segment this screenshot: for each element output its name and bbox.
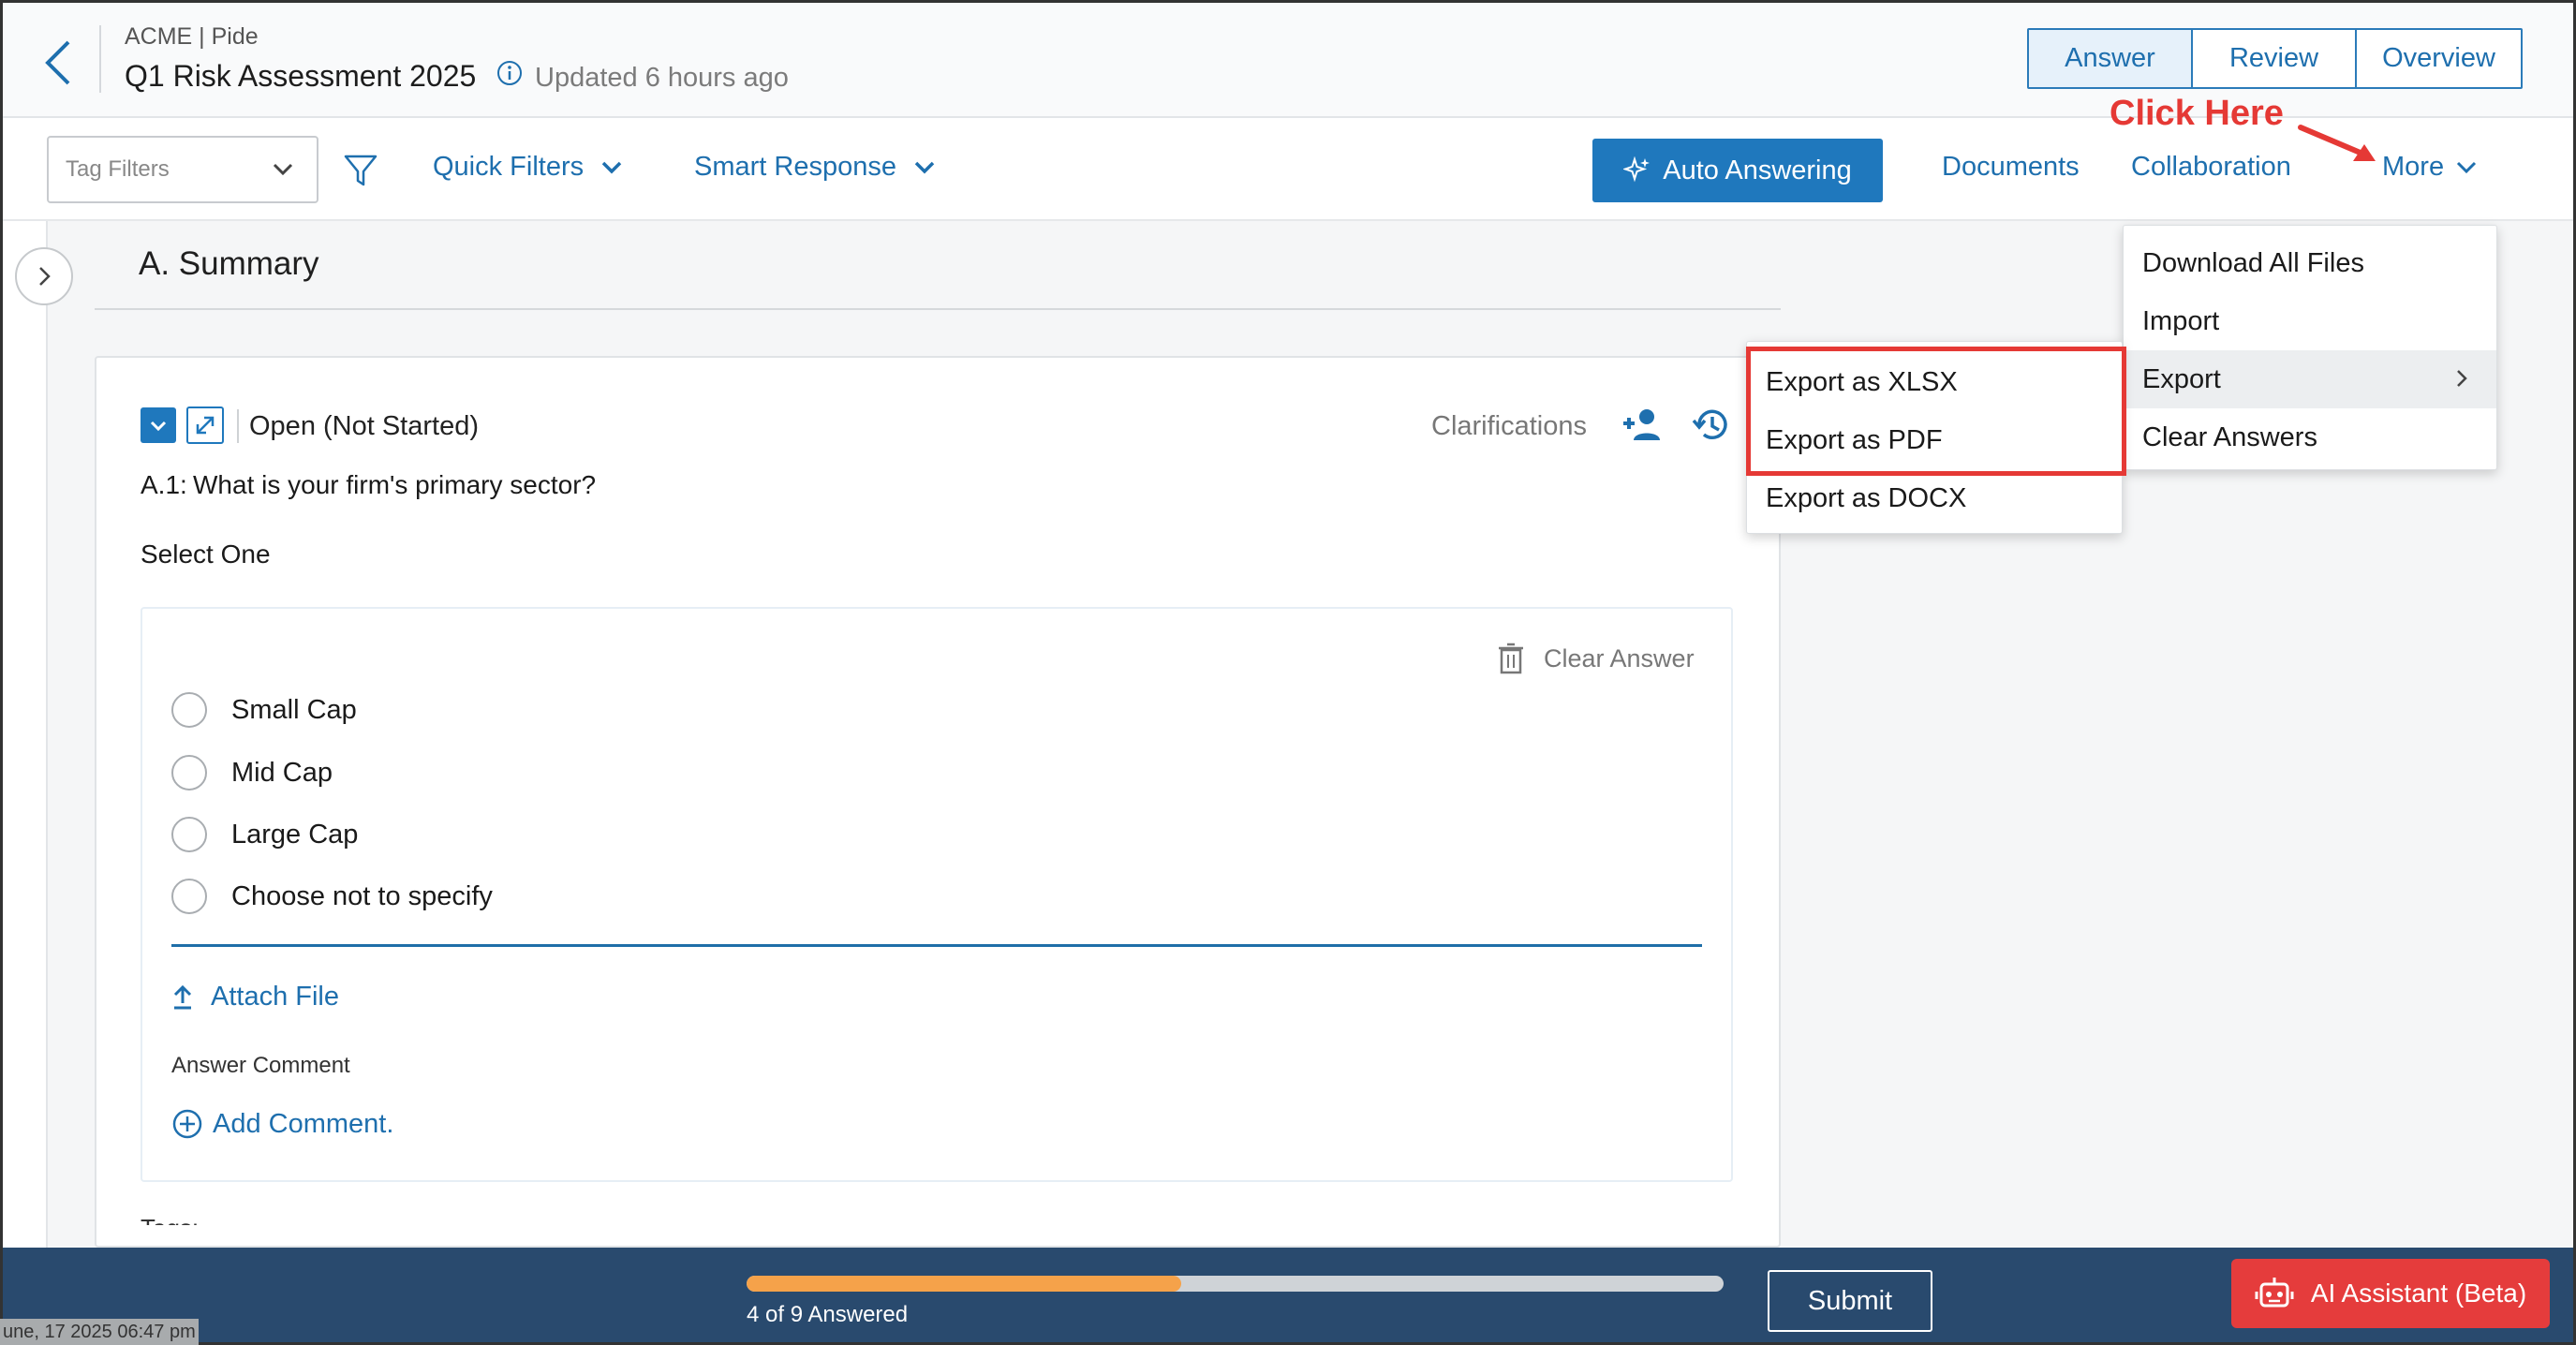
question-text: What is your firm's primary sector? — [193, 470, 597, 499]
updated-text: Updated 6 hours ago — [535, 63, 789, 93]
answer-divider — [171, 944, 1702, 947]
question-number: A.1: — [141, 470, 187, 499]
timestamp: une, 17 2025 06:47 pm — [0, 1319, 199, 1345]
left-rail — [3, 221, 48, 1248]
add-person-icon[interactable] — [1621, 406, 1664, 444]
status-divider — [237, 409, 239, 443]
collaboration-link[interactable]: Collaboration — [2131, 152, 2291, 183]
answer-comment-label: Answer Comment — [171, 1053, 350, 1078]
menu-item-download-all-files[interactable]: Download All Files — [2124, 234, 2496, 292]
menu-item-import[interactable]: Import — [2124, 292, 2496, 350]
radio-button[interactable] — [171, 692, 207, 728]
attach-file-button[interactable]: Attach File — [171, 982, 339, 1012]
header-divider — [99, 25, 101, 93]
filter-icon[interactable] — [342, 152, 379, 189]
chevron-right-icon — [39, 267, 51, 286]
menu-item-export-label: Export — [2142, 363, 2221, 394]
option-small-cap[interactable]: Small Cap — [171, 692, 357, 728]
upload-icon — [173, 984, 192, 1009]
menu-item-export-docx[interactable]: Export as DOCX — [1747, 469, 2122, 527]
add-comment-button[interactable]: Add Comment. — [171, 1108, 393, 1140]
menu-item-export-xlsx[interactable]: Export as XLSX — [1747, 353, 2122, 411]
attach-file-label: Attach File — [211, 982, 339, 1012]
section-divider — [95, 308, 1781, 310]
back-button[interactable] — [40, 37, 78, 93]
question-instruction: Select One — [141, 539, 271, 569]
tab-answer[interactable]: Answer — [2029, 30, 2193, 87]
option-label: Choose not to specify — [231, 880, 493, 911]
clarifications-link[interactable]: Clarifications — [1431, 411, 1587, 442]
chevron-down-icon — [601, 161, 622, 173]
history-icon[interactable] — [1691, 405, 1732, 446]
clear-answer-label: Clear Answer — [1544, 643, 1695, 672]
export-submenu: Export as XLSX Export as PDF Export as D… — [1746, 341, 2123, 534]
option-label: Small Cap — [231, 694, 357, 725]
documents-link[interactable]: Documents — [1942, 152, 2080, 183]
ai-assistant-button[interactable]: AI Assistant (Beta) — [2231, 1259, 2550, 1328]
page-title: Q1 Risk Assessment 2025 — [125, 59, 477, 93]
more-dropdown[interactable]: More — [2382, 152, 2480, 183]
robot-icon — [2255, 1278, 2294, 1308]
org-label: ACME | Pide — [125, 23, 259, 50]
chevron-left-icon — [45, 40, 70, 85]
question-status: Open (Not Started) — [249, 411, 479, 441]
expand-icon — [196, 416, 215, 435]
clear-answer-button[interactable]: Clear Answer — [1497, 643, 1695, 674]
chevron-down-icon — [2457, 161, 2477, 173]
plus-circle-icon — [172, 1109, 202, 1139]
radio-button[interactable] — [171, 755, 207, 791]
footer-bar — [3, 1248, 2573, 1342]
question-checkbox[interactable] — [141, 407, 176, 443]
expand-button[interactable] — [186, 406, 224, 444]
tags-label: Tags: — [141, 1214, 199, 1225]
auto-answering-button[interactable]: Auto Answering — [1592, 139, 1883, 202]
tab-overview[interactable]: Overview — [2357, 30, 2521, 87]
chevron-down-icon — [150, 421, 167, 432]
option-mid-cap[interactable]: Mid Cap — [171, 755, 333, 791]
tag-filter-placeholder: Tag Filters — [66, 156, 170, 182]
ai-assistant-label: AI Assistant (Beta) — [2310, 1278, 2527, 1308]
menu-item-clear-answers[interactable]: Clear Answers — [2124, 408, 2496, 466]
chevron-down-icon — [273, 163, 293, 176]
trash-icon — [1499, 643, 1523, 674]
progress-fill — [747, 1276, 1181, 1292]
option-not-specify[interactable]: Choose not to specify — [171, 879, 493, 914]
sidebar-expand-button[interactable] — [15, 247, 73, 305]
progress-label: 4 of 9 Answered — [747, 1302, 909, 1327]
section-title: A. Summary — [139, 245, 319, 282]
chevron-down-icon — [914, 161, 935, 173]
view-tabs: Answer Review Overview — [2027, 28, 2523, 89]
smart-response-dropdown[interactable]: Smart Response — [694, 152, 938, 183]
more-menu: Download All Files Import Export Clear A… — [2123, 225, 2497, 470]
more-label: More — [2382, 152, 2445, 182]
auto-answering-label: Auto Answering — [1663, 155, 1852, 185]
sparkle-icon — [1623, 156, 1651, 183]
annotation-arrow-icon — [2298, 125, 2376, 161]
tab-review[interactable]: Review — [2193, 30, 2357, 87]
menu-item-export[interactable]: Export — [2124, 350, 2496, 408]
info-icon[interactable] — [496, 59, 524, 87]
progress-bar — [747, 1276, 1724, 1292]
chevron-right-icon — [2457, 370, 2467, 387]
smart-response-label: Smart Response — [694, 152, 896, 182]
tag-filter-select[interactable]: Tag Filters — [47, 136, 318, 203]
quick-filters-dropdown[interactable]: Quick Filters — [433, 152, 625, 183]
option-large-cap[interactable]: Large Cap — [171, 817, 358, 852]
add-comment-label: Add Comment. — [213, 1108, 394, 1139]
option-label: Large Cap — [231, 819, 359, 850]
radio-button[interactable] — [171, 817, 207, 852]
option-label: Mid Cap — [231, 757, 333, 788]
radio-button[interactable] — [171, 879, 207, 914]
submit-button[interactable]: Submit — [1768, 1270, 1932, 1332]
click-here-annotation: Click Here — [2110, 94, 2284, 133]
menu-item-export-pdf[interactable]: Export as PDF — [1747, 411, 2122, 469]
quick-filters-label: Quick Filters — [433, 152, 585, 182]
